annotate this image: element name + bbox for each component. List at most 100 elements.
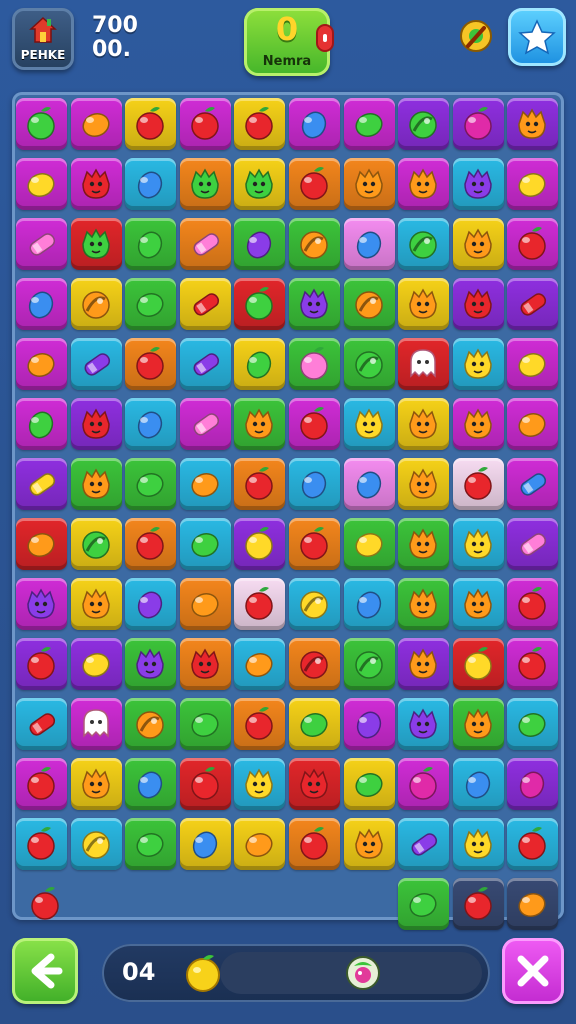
tile[interactable] — [179, 158, 231, 210]
tile[interactable] — [234, 398, 286, 450]
tile[interactable] — [289, 398, 340, 450]
tile[interactable] — [70, 638, 122, 690]
tile[interactable] — [507, 518, 559, 570]
tile[interactable] — [179, 698, 231, 750]
tile[interactable] — [398, 158, 450, 210]
tile[interactable] — [452, 338, 504, 390]
gear-icon[interactable] — [456, 16, 496, 56]
tile[interactable] — [289, 698, 340, 750]
favorite-button[interactable] — [508, 8, 566, 66]
tile[interactable] — [125, 758, 177, 810]
tile[interactable] — [234, 638, 286, 690]
tile[interactable] — [452, 158, 504, 210]
tile[interactable] — [507, 338, 559, 390]
tile[interactable] — [289, 818, 340, 870]
tile[interactable] — [125, 278, 177, 330]
tile[interactable] — [16, 698, 67, 750]
tile[interactable] — [125, 98, 177, 150]
tile[interactable] — [343, 518, 395, 570]
tile[interactable] — [452, 518, 504, 570]
tile[interactable] — [16, 818, 67, 870]
tile[interactable] — [70, 458, 122, 510]
tile[interactable] — [234, 518, 286, 570]
tile[interactable] — [70, 698, 122, 750]
tile[interactable] — [343, 578, 395, 630]
tile[interactable] — [70, 278, 122, 330]
tile[interactable] — [125, 398, 177, 450]
tile[interactable] — [179, 278, 231, 330]
tile[interactable] — [234, 458, 286, 510]
tile[interactable] — [179, 638, 231, 690]
tile[interactable] — [507, 398, 559, 450]
tile[interactable] — [452, 218, 504, 270]
tile[interactable] — [70, 218, 122, 270]
tile[interactable] — [452, 758, 504, 810]
tile[interactable] — [452, 818, 504, 870]
tile[interactable] — [452, 578, 504, 630]
tile[interactable] — [179, 758, 231, 810]
tile[interactable] — [398, 98, 450, 150]
tile[interactable] — [398, 338, 450, 390]
tile[interactable] — [16, 158, 67, 210]
tile[interactable] — [507, 818, 559, 870]
tile[interactable] — [507, 158, 559, 210]
tile[interactable] — [234, 338, 286, 390]
tile[interactable] — [125, 578, 177, 630]
tile[interactable] — [507, 218, 559, 270]
tile[interactable] — [179, 398, 231, 450]
tile[interactable] — [452, 398, 504, 450]
tile[interactable] — [16, 98, 67, 150]
tile[interactable] — [16, 578, 67, 630]
tile[interactable] — [289, 218, 340, 270]
tile[interactable] — [398, 398, 450, 450]
tile[interactable] — [125, 338, 177, 390]
tile[interactable] — [125, 638, 177, 690]
tile[interactable] — [125, 458, 177, 510]
tile[interactable] — [398, 518, 450, 570]
tile[interactable] — [289, 578, 340, 630]
tile[interactable] — [179, 98, 231, 150]
tile[interactable] — [125, 818, 177, 870]
tile[interactable] — [398, 698, 450, 750]
tile[interactable] — [289, 338, 340, 390]
tile[interactable] — [507, 878, 559, 930]
tile[interactable] — [125, 518, 177, 570]
tile[interactable] — [398, 758, 450, 810]
tile[interactable] — [16, 458, 67, 510]
tile[interactable] — [343, 458, 395, 510]
tile[interactable] — [452, 458, 504, 510]
tile[interactable] — [70, 578, 122, 630]
tile[interactable] — [289, 278, 340, 330]
tile[interactable] — [125, 158, 177, 210]
tile[interactable] — [179, 818, 231, 870]
tile[interactable] — [507, 758, 559, 810]
tile[interactable] — [16, 278, 67, 330]
tile[interactable] — [452, 878, 504, 930]
tile[interactable] — [398, 218, 450, 270]
tile[interactable] — [16, 398, 67, 450]
tile[interactable] — [343, 398, 395, 450]
tile[interactable] — [343, 818, 395, 870]
tile[interactable] — [398, 458, 450, 510]
tile[interactable] — [125, 218, 177, 270]
tile[interactable] — [452, 278, 504, 330]
tile[interactable] — [289, 98, 340, 150]
tile[interactable] — [452, 98, 504, 150]
tile[interactable] — [398, 878, 450, 930]
tile[interactable] — [234, 98, 286, 150]
tile[interactable] — [452, 698, 504, 750]
tile[interactable] — [507, 698, 559, 750]
tile[interactable] — [179, 338, 231, 390]
tile[interactable] — [289, 518, 340, 570]
game-logo[interactable]: PEHKE — [12, 8, 74, 70]
tile[interactable] — [507, 278, 559, 330]
tile[interactable] — [234, 278, 286, 330]
tile[interactable] — [507, 458, 559, 510]
tile[interactable] — [507, 638, 559, 690]
tile[interactable] — [507, 578, 559, 630]
tile[interactable] — [70, 758, 122, 810]
tile[interactable] — [234, 158, 286, 210]
tile[interactable] — [70, 338, 122, 390]
tile[interactable] — [343, 638, 395, 690]
tile[interactable] — [16, 518, 67, 570]
